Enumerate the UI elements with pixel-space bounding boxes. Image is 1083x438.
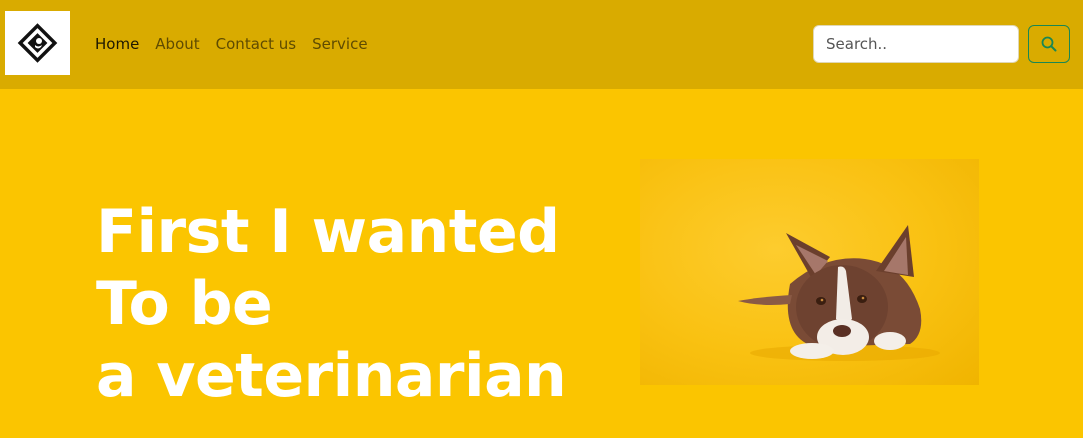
search-input[interactable]	[813, 25, 1019, 63]
hero-heading-line-2: To be	[96, 269, 273, 339]
hero-heading-line-1: First I wanted	[96, 197, 560, 267]
dog-illustration	[738, 225, 940, 361]
nav-link-contact[interactable]: Contact us	[216, 33, 296, 55]
brand-logo[interactable]	[5, 11, 70, 75]
nav-link-service[interactable]: Service	[312, 33, 367, 55]
search-button[interactable]	[1028, 25, 1070, 63]
dog-diamond-logo-icon	[17, 23, 58, 63]
navbar: Home About Contact us Service	[0, 0, 1083, 89]
hero-heading-line-3: a veterinarian	[96, 341, 567, 411]
hero-heading: First I wanted To be a veterinarian	[96, 196, 616, 412]
main-nav: Home About Contact us Service	[95, 33, 368, 55]
hero-dog-photo	[640, 159, 979, 385]
nav-link-home[interactable]: Home	[95, 33, 139, 55]
nav-link-about[interactable]: About	[155, 33, 199, 55]
search-icon	[1041, 36, 1057, 52]
